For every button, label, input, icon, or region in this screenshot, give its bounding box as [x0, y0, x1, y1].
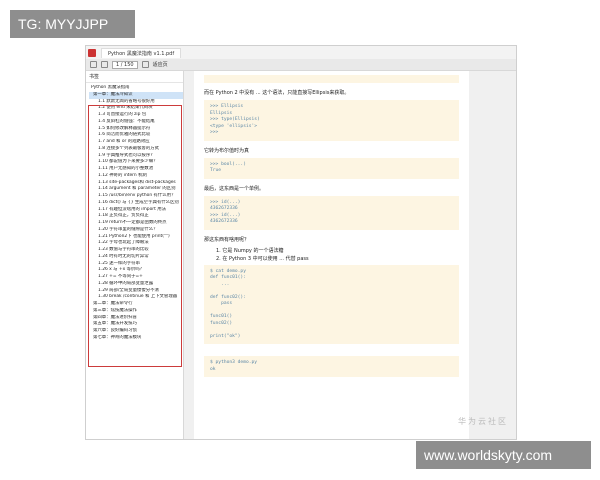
toc-chapter-item[interactable]: 第三章：炫技魔法操作: [89, 308, 183, 315]
document-view[interactable]: 而在 Python 2 中没有 ... 这个语法，只能直接写Ellipsis来获…: [184, 71, 516, 439]
code-block: $ cat demo.py def func01(): ... def func…: [204, 264, 459, 344]
toc-section-item[interactable]: 1.28 循环中的局部变量泄露: [89, 281, 183, 288]
toc-section-item[interactable]: 1.16 dict() 与 {} 生成空字典有什么区别: [89, 200, 183, 207]
toc-section-item[interactable]: 1.22 字母也玩起了障眼法: [89, 240, 183, 247]
toc-section-item[interactable]: 1.1 默默无闻的省略号很好用: [89, 99, 183, 106]
toc-chapter-item[interactable]: 第七章：神奇的魔法模块: [89, 335, 183, 342]
toc-section-item[interactable]: 1.6 简洁而优雅的链式比较: [89, 132, 183, 139]
toc-section-item[interactable]: 1.4 反斜杠的倔强：不能结尾: [89, 119, 183, 126]
code-block: $ python3 demo.py ok: [204, 356, 459, 377]
list-item: 1. 它是 Numpy 的一个语法糖: [216, 247, 284, 254]
toc-section-item[interactable]: 1.15 /usr/bin/env python 有什么用？: [89, 193, 183, 200]
watermark-tag: TG: MYYJJPP: [10, 10, 135, 38]
toc-section-item[interactable]: 1.3 可直接运行的 zip 包: [89, 112, 183, 119]
toc-chapter-item[interactable]: 第六章：良好编码习惯: [89, 328, 183, 335]
toc-section-item[interactable]: 1.9 字典推导式也可以按序?: [89, 153, 183, 160]
title-bar: Python 黑魔法指南 v1.1.pdf: [86, 46, 516, 59]
toc-section-item[interactable]: 1.18 正负得正，负负得正: [89, 213, 183, 220]
toc-chapter-item[interactable]: 第二章：魔法命令行: [89, 301, 183, 308]
code-block-top: [204, 75, 459, 83]
zoom-icon[interactable]: [141, 61, 149, 68]
paragraph: 而在 Python 2 中没有 ... 这个语法，只能直接写Ellipsis来获…: [204, 90, 350, 96]
toc-section-item[interactable]: 1.27 += 不等同于=+: [89, 274, 183, 281]
toc-section-item[interactable]: 1.26 x 与 +x 等价吗？: [89, 267, 183, 274]
toc-section-item[interactable]: 1.25 迷一样的字符串: [89, 261, 183, 268]
toolbar: 1 / 150 适应页: [86, 59, 516, 71]
toc-chapter-item[interactable]: 第一章：魔法冷知识: [89, 91, 183, 99]
toc-section-item[interactable]: 1.20 字符串里的缝隙是什么？: [89, 227, 183, 234]
toc-section-item[interactable]: 1.10 都说值为下来要多少嘛？: [89, 159, 183, 166]
toc-list: Python 黑魔法指南 第一章：魔法冷知识 1.1 默默无闻的省略号很好用 1.2 …: [86, 83, 183, 342]
zoom-select[interactable]: 适应页: [153, 61, 168, 68]
toc-section-item[interactable]: 1.29 局部/全局变量傻傻分不清: [89, 288, 183, 295]
prev-page-icon[interactable]: [101, 61, 108, 68]
list-item: 2. 在 Python 3 中可以使用 ... 代替 pass: [216, 255, 309, 262]
paragraph: 它转为布尔值时为真: [204, 147, 250, 154]
toc-section-item[interactable]: 1.13 site-packages和 dist-packages: [89, 180, 183, 187]
code-block: >>> Ellipsis Ellipsis >>> type(Ellipsis)…: [204, 100, 459, 141]
toc-section-item[interactable]: 1.17 有趣但没啥用的 import 用法: [89, 207, 183, 214]
bookmark-sidebar: 书签 Python 黑魔法指南 第一章：魔法冷知识 1.1 默默无闻的省略号很好用 1…: [86, 71, 184, 439]
screenshot: TG: MYYJJPP Python 黑魔法指南 v1.1.pdf 1 / 15…: [0, 0, 600, 480]
toc-section-item[interactable]: 1.11 用户无感知的小整数池: [89, 166, 183, 173]
toc-chapter-item[interactable]: 第五章：魔法开发技巧: [89, 321, 183, 328]
site-watermark: www.worldskyty.com: [416, 441, 591, 469]
sidebar-title: 书签: [86, 71, 183, 83]
toc-section-item[interactable]: 1.21 Python2下 也能使用 print(""): [89, 234, 183, 241]
toc-section-item[interactable]: 1.8 连接多个列表最极客的方式: [89, 146, 183, 153]
toc-section-item[interactable]: 1.23 数值与字符串的比较: [89, 247, 183, 254]
toc-section-item[interactable]: 1.7 and 和 or 的短路效应: [89, 139, 183, 146]
sidebar-toggle-icon[interactable]: [90, 61, 97, 68]
toc-section-item[interactable]: 1.2 使用 end 来结束代码块: [89, 105, 183, 112]
ordered-list: 1. 它是 Numpy 的一个语法糖 2. 在 Python 3 中可以使用 .…: [204, 247, 459, 262]
toc-section-item[interactable]: 1.5 如何修改解释器提示符: [89, 126, 183, 133]
document-page: 而在 Python 2 中没有 ... 这个语法，只能直接写Ellipsis来获…: [194, 71, 469, 439]
page-indicator[interactable]: 1 / 150: [112, 60, 138, 69]
toc-section-item[interactable]: 1.14 argument 和 parameter 的区别: [89, 186, 183, 193]
toc-section-item[interactable]: 1.12 神奇的 intern 机制: [89, 173, 183, 180]
toc-section-item[interactable]: 1.19 return不一定都是函数的终点: [89, 220, 183, 227]
code-block: >>> bool(...) True: [204, 157, 459, 179]
app-icon: [88, 48, 96, 57]
toc-root-item[interactable]: Python 黑魔法指南: [89, 85, 183, 92]
toc-chapter-item[interactable]: 第四章：魔法进阶扫盲: [89, 315, 183, 322]
document-tab[interactable]: Python 黑魔法指南 v1.1.pdf: [101, 47, 182, 58]
toc-section-item[interactable]: 1.24 时有时无的切片异常: [89, 254, 183, 261]
paragraph: 最后，这东西是一个单例。: [204, 185, 265, 192]
pdf-reader-window: Python 黑魔法指南 v1.1.pdf 1 / 150 适应页 书签 Pyt…: [85, 45, 517, 440]
brand-watermark: 华为云社区: [458, 417, 508, 426]
toc-section-item[interactable]: 1.30 break /continue 和 上下文管理器: [89, 294, 183, 301]
code-block: >>> id(...) 4362672336 >>> id(...) 43626…: [204, 195, 459, 230]
paragraph: 那这东西有啥用呢？: [204, 236, 250, 243]
